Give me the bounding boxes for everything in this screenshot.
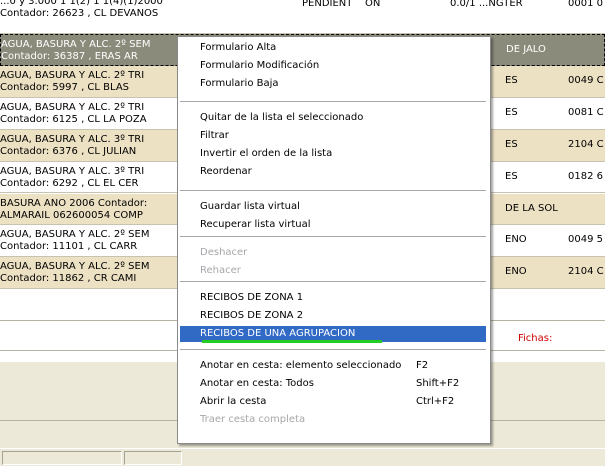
menu-item-invertir-el-orden-de-la-lista[interactable]: Invertir el orden de la lista (180, 146, 486, 162)
highlight-underline (202, 340, 382, 343)
record-field: ES (505, 170, 518, 182)
menu-item-label: Formulario Alta (200, 42, 277, 53)
menu-item-guardar-lista-virtual[interactable]: Guardar lista virtual (180, 199, 486, 215)
menu-item-anotar-en-cesta-elemento-seleccionado[interactable]: Anotar en cesta: elemento seleccionado F2 (180, 358, 486, 374)
record-account: 2104 C (568, 266, 604, 278)
record-account: 2104 C (568, 138, 604, 150)
menu-item-formulario-alta[interactable]: Formulario Alta (180, 40, 486, 56)
menu-item-filtrar[interactable]: Filtrar (180, 128, 486, 144)
menu-item-abrir-la-cesta[interactable]: Abrir la cesta Ctrl+F2 (180, 394, 486, 410)
record-description: AGUA, BASURA Y ALC. 2º SEM Contador: 3638… (1, 39, 151, 62)
fichas-label: Fichas: (518, 333, 553, 344)
menu-separator (180, 190, 486, 192)
record-field: ES (505, 106, 518, 118)
menu-item-shortcut: Shift+F2 (416, 378, 460, 389)
menu-item-shortcut: Ctrl+F2 (416, 396, 455, 407)
record-field: ES (505, 138, 518, 150)
record-description: ...0 y 3.000 1 1(2) 1 1(4)(1)2000 Contad… (0, 0, 163, 19)
record-description: AGUA, BASURA Y ALC. 3º TRI Contador: 6292… (0, 165, 145, 189)
record-code: ON (365, 0, 381, 9)
menu-item-label: RECIBOS DE UNA AGRUPACION (200, 328, 356, 339)
menu-item-recibos-de-zona-1[interactable]: RECIBOS DE ZONA 1 (180, 290, 486, 306)
record-field: DE JALO (506, 44, 546, 55)
menu-item-recibos-de-una-agrupacion[interactable]: RECIBOS DE UNA AGRUPACION (180, 326, 486, 343)
menu-item-label: Quitar de la lista el seleccionado (200, 112, 364, 123)
record-account: 0049 C (568, 74, 604, 86)
menu-item-label: Anotar en cesta: Todos (200, 378, 314, 389)
record-account: 0081 C (568, 106, 604, 118)
menu-item-label: Invertir el orden de la lista (200, 148, 333, 159)
menu-item-label: Reordenar (200, 166, 252, 177)
menu-item-label: Filtrar (200, 130, 229, 141)
record-account: 0001 0 (568, 0, 603, 9)
menu-item-label: Traer cesta completa (200, 414, 306, 425)
menu-item-label: Formulario Modificación (200, 60, 320, 71)
record-description: AGUA, BASURA Y ALC. 2º TRI Contador: 6125… (0, 101, 147, 125)
status-segment (124, 451, 182, 465)
menu-item-formulario-modificacion[interactable]: Formulario Modificación (180, 58, 486, 74)
record-description: BASURA AÑO 2006 Contador: ALMARAIL 062600… (0, 197, 148, 221)
record-field: DE LA SOL (505, 202, 558, 214)
menu-item-label: Rehacer (200, 265, 241, 276)
menu-item-label: Abrir la cesta (200, 396, 267, 407)
menu-item-label: Guardar lista virtual (200, 201, 300, 212)
menu-item-shortcut: F2 (416, 360, 429, 371)
record-status: PENDIENT (302, 0, 353, 9)
menu-item-label: RECIBOS DE ZONA 2 (200, 310, 304, 321)
record-account: 0049 5 (568, 234, 603, 246)
menu-item-formulario-baja[interactable]: Formulario Baja (180, 76, 486, 92)
menu-item-label: Recuperar lista virtual (200, 219, 311, 230)
menu-separator (180, 236, 486, 238)
record-description: AGUA, BASURA Y ALC. 2º SEM Contador: 1186… (0, 261, 150, 285)
list-item[interactable]: ...0 y 3.000 1 1(2) 1 1(4)(1)2000 Contad… (0, 0, 605, 34)
menu-separator (180, 101, 486, 103)
record-description: AGUA, BASURA Y ALC. 2º TRI Contador: 5997… (0, 69, 145, 93)
menu-item-label: Anotar en cesta: elemento seleccionado (200, 360, 402, 371)
menu-item-anotar-en-cesta-todos[interactable]: Anotar en cesta: Todos Shift+F2 (180, 376, 486, 392)
menu-item-traer-cesta-completa[interactable]: Traer cesta completa (180, 412, 486, 428)
menu-item-rehacer[interactable]: Rehacer (180, 263, 486, 279)
record-date: 0.0/1 ...NGTER (450, 0, 523, 9)
record-field: ES (505, 74, 518, 86)
record-field: ENO (505, 234, 527, 246)
menu-item-recibos-de-zona-2[interactable]: RECIBOS DE ZONA 2 (180, 308, 486, 324)
menu-item-quitar-de-la-lista-el-seleccionado[interactable]: Quitar de la lista el seleccionado (180, 110, 486, 126)
menu-item-recuperar-lista-virtual[interactable]: Recuperar lista virtual (180, 217, 486, 233)
menu-item-reordenar[interactable]: Reordenar (180, 164, 486, 180)
status-segment (2, 451, 122, 465)
context-menu: Formulario Alta Formulario Modificación Fo… (177, 36, 491, 444)
record-account: 0182 6 (568, 170, 603, 182)
record-description: AGUA, BASURA Y ALC. 3º TRI Contador: 6376… (0, 133, 145, 157)
record-field: ENO (505, 266, 527, 278)
menu-item-deshacer[interactable]: Deshacer (180, 245, 486, 261)
record-description: AGUA, BASURA Y ALC. 2º SEM Contador: 1110… (0, 229, 150, 253)
menu-item-label: Formulario Baja (200, 78, 279, 89)
status-bar (0, 448, 605, 466)
menu-separator (180, 281, 486, 283)
menu-item-label: RECIBOS DE ZONA 1 (200, 292, 304, 303)
menu-item-label: Deshacer (200, 247, 248, 258)
menu-separator (180, 349, 486, 351)
